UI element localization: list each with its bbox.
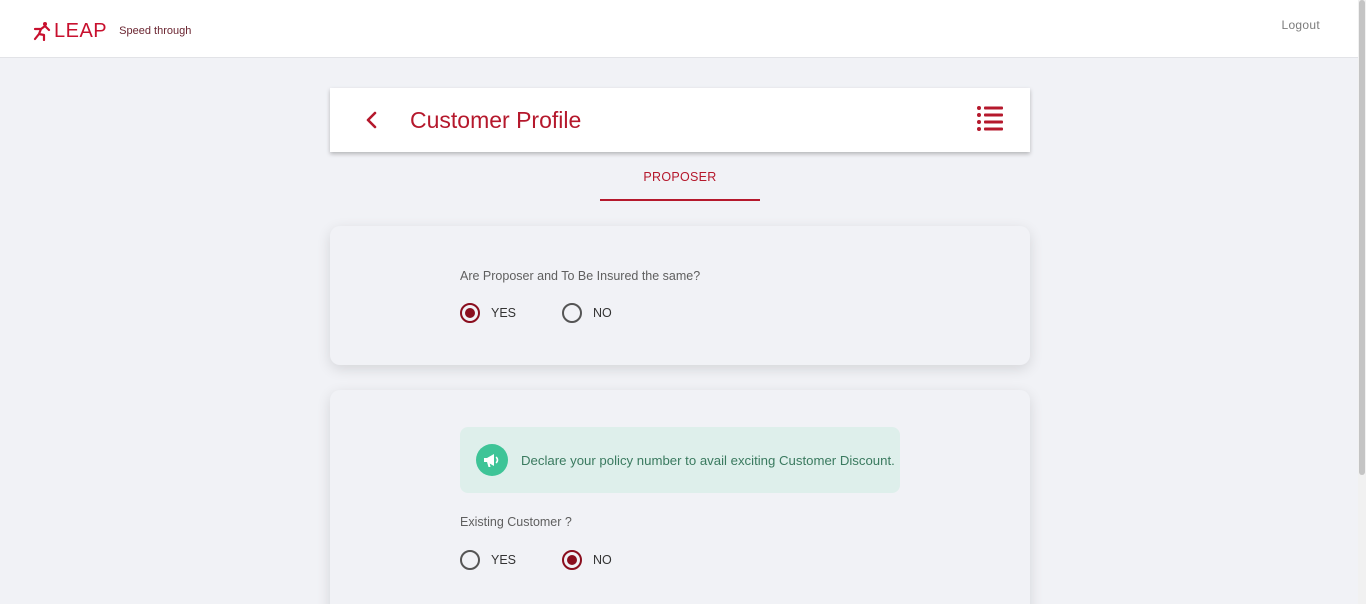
banner-text: Declare your policy number to avail exci… <box>521 452 895 468</box>
radio-label: YES <box>491 553 517 567</box>
radio-label: NO <box>593 553 612 567</box>
proposer-same-card: Are Proposer and To Be Insured the same?… <box>330 226 1030 365</box>
page-title: Customer Profile <box>410 107 582 133</box>
existing-customer-question: Existing Customer ? <box>460 515 572 529</box>
page-header: Customer Profile <box>330 88 1030 152</box>
leap-logo[interactable]: LEAP Speed through <box>32 20 191 42</box>
existing-customer-yes-radio[interactable]: YES <box>460 550 562 570</box>
proposer-same-question: Are Proposer and To Be Insured the same? <box>460 269 701 283</box>
back-button[interactable] <box>360 108 384 132</box>
existing-customer-card: Declare your policy number to avail exci… <box>330 390 1030 604</box>
radio-label: NO <box>593 306 612 320</box>
radio-checked-icon <box>460 303 480 323</box>
radio-unchecked-icon <box>460 550 480 570</box>
proposer-same-radio-group: YES NO <box>460 303 664 323</box>
tab-proposer-label: PROPOSER <box>643 170 717 184</box>
existing-customer-radio-group: YES NO <box>460 550 664 570</box>
customer-discount-banner: Declare your policy number to avail exci… <box>460 427 900 493</box>
logo-tagline: Speed through <box>119 25 192 37</box>
runner-icon <box>32 21 52 42</box>
radio-label: YES <box>491 306 517 320</box>
list-menu-icon <box>976 106 1004 135</box>
page-scrollbar[interactable] <box>1358 0 1366 604</box>
megaphone-icon <box>476 444 508 476</box>
proposer-same-no-radio[interactable]: NO <box>562 303 664 323</box>
proposer-same-yes-radio[interactable]: YES <box>460 303 562 323</box>
tab-proposer[interactable]: PROPOSER <box>600 168 760 201</box>
chevron-left-icon <box>360 111 384 136</box>
existing-customer-no-radio[interactable]: NO <box>562 550 664 570</box>
radio-checked-icon <box>562 550 582 570</box>
top-bar: LEAP Speed through Logout <box>0 0 1358 58</box>
menu-button[interactable] <box>976 105 1004 131</box>
scrollbar-thumb[interactable] <box>1359 0 1365 475</box>
radio-unchecked-icon <box>562 303 582 323</box>
logo-text: LEAP <box>54 20 108 42</box>
logout-link[interactable]: Logout <box>1281 18 1320 32</box>
